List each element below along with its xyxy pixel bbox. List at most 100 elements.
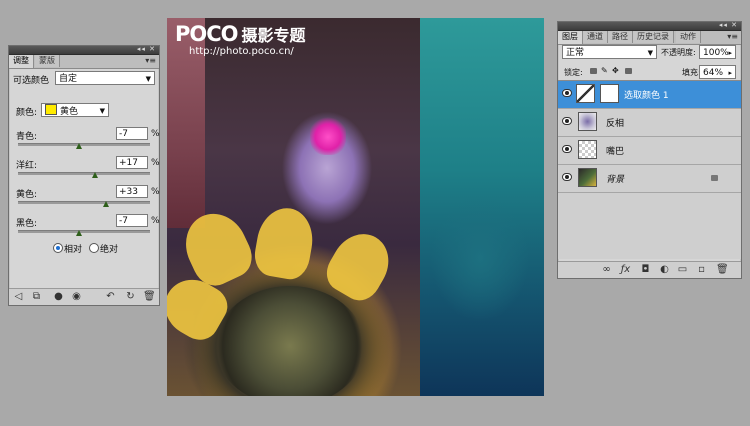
percent-unit: % — [151, 216, 160, 226]
lock-all-icon[interactable] — [625, 68, 632, 74]
layer-row-invert[interactable]: 反相 — [558, 109, 741, 137]
slider-knob[interactable] — [76, 143, 83, 149]
fill-label: 填充: — [682, 68, 701, 77]
panel-menu-icon[interactable]: ▾≡ — [727, 32, 738, 41]
trash-icon[interactable]: 🗑 — [716, 264, 729, 275]
tab-layers[interactable]: 图层 — [558, 31, 583, 44]
slider-knob[interactable] — [92, 172, 99, 178]
eye-icon[interactable] — [562, 89, 572, 97]
color-label: 颜色: — [16, 108, 38, 118]
lock-label: 锁定: — [564, 68, 583, 77]
layer-name: 嘴巴 — [606, 147, 625, 157]
slider-label: 黄色: — [16, 190, 38, 200]
add-mask-icon[interactable]: ◘ — [640, 264, 651, 275]
percent-unit: % — [151, 129, 160, 139]
petal-shape — [251, 203, 318, 283]
photo-left-half — [167, 18, 420, 396]
lock-brush-icon[interactable]: ✎ — [601, 66, 608, 75]
slider-track[interactable] — [18, 230, 150, 233]
visibility-icon[interactable]: ● — [53, 291, 64, 302]
layer-row-mouth[interactable]: 嘴巴 — [558, 137, 741, 165]
slider-track[interactable] — [18, 172, 150, 175]
collapse-icon[interactable]: ◂◂ ✕ — [137, 45, 156, 53]
chevron-down-icon: ▼ — [647, 49, 653, 57]
adjustments-panel: ◂◂ ✕ 调整 蒙版 ▾≡ 可选颜色 自定 ▼ 颜色: 黄色 ▼ 青色: -7% 洋… — [8, 45, 160, 306]
logo-brand: POCO — [175, 22, 239, 46]
slider-knob[interactable] — [76, 230, 83, 236]
color-dropdown[interactable]: 黄色 ▼ — [41, 103, 109, 117]
preset-dropdown[interactable]: 自定 ▼ — [55, 71, 155, 85]
slider-value-field[interactable]: +33 — [116, 185, 148, 198]
percent-unit: % — [151, 187, 160, 197]
adjustments-bottom-toolbar: ◁ ⧉ ● ◉ ↶ ↻ 🗑 — [9, 288, 159, 305]
opacity-field[interactable]: 100% ▸ — [699, 45, 736, 59]
preset-label: 可选颜色 — [13, 76, 50, 86]
relative-radio[interactable] — [53, 243, 63, 253]
blend-mode-dropdown[interactable]: 正常 ▼ — [562, 45, 657, 59]
chevron-right-icon: ▸ — [728, 69, 732, 77]
slider-knob[interactable] — [102, 201, 109, 207]
layer-row-background[interactable]: 背景 — [558, 165, 741, 193]
trash-icon[interactable]: 🗑 — [143, 291, 156, 302]
layer-row-selective-color[interactable]: 选取颜色 1 — [558, 81, 741, 109]
panel-menu-icon[interactable]: ▾≡ — [145, 56, 156, 65]
eye-icon[interactable] — [562, 145, 572, 153]
watermark-logo: POCO 摄影专题 http://photo.poco.cn/ — [175, 22, 306, 57]
eye-icon[interactable] — [562, 173, 572, 181]
back-arrow-icon[interactable]: ◁ — [13, 291, 24, 302]
slider-track[interactable] — [18, 201, 150, 204]
slider-label: 洋红: — [16, 161, 38, 171]
layer-thumb — [578, 112, 597, 131]
photo-right-half — [420, 18, 544, 396]
clip-to-layer-icon[interactable]: ⧉ — [31, 291, 42, 302]
eye-icon[interactable]: ◉ — [71, 291, 82, 302]
lips-shape — [310, 115, 346, 155]
relative-label: 相对 — [64, 245, 83, 255]
layer-name: 背景 — [606, 175, 625, 185]
layer-name: 反相 — [606, 119, 625, 129]
layers-bottom-toolbar: ∞ ƒx ◘ ◐ ▭ ▫ 🗑 — [558, 261, 741, 278]
sunflower-center — [215, 286, 365, 396]
layers-titlebar[interactable]: ◂◂ ✕ — [558, 21, 741, 31]
fill-field[interactable]: 64% ▸ — [699, 65, 736, 79]
link-layers-icon[interactable]: ∞ — [601, 264, 612, 275]
adjustments-titlebar[interactable]: ◂◂ ✕ — [9, 45, 159, 55]
chevron-down-icon: ▼ — [99, 107, 105, 115]
lock-icon — [711, 175, 718, 181]
slider-value-field[interactable]: +17 — [116, 156, 148, 169]
preset-value: 自定 — [59, 74, 78, 84]
slider-label: 青色: — [16, 132, 38, 142]
adjustments-tabs: 调整 蒙版 ▾≡ — [9, 55, 159, 69]
tab-masks[interactable]: 蒙版 — [35, 55, 60, 67]
fx-icon[interactable]: ƒx — [620, 264, 631, 275]
tab-actions[interactable]: 动作 — [676, 31, 701, 43]
eye-icon[interactable] — [562, 117, 572, 125]
blend-mode-value: 正常 — [566, 48, 585, 58]
adjustment-layer-icon[interactable]: ◐ — [659, 264, 670, 275]
chevron-down-icon: ▼ — [145, 75, 151, 83]
slider-track[interactable] — [18, 143, 150, 146]
previous-state-icon[interactable]: ↶ — [105, 291, 116, 302]
tab-paths[interactable]: 路径 — [608, 31, 633, 43]
slider-value-field[interactable]: -7 — [116, 214, 148, 227]
layers-tabs: 图层 通道 路径 历史记录 动作 ▾≡ — [558, 31, 741, 45]
opacity-value: 100% — [703, 48, 729, 58]
percent-unit: % — [151, 158, 160, 168]
layer-thumb — [578, 140, 597, 159]
lock-transparent-icon[interactable] — [590, 68, 597, 74]
layer-list: 选取颜色 1 反相 嘴巴 背景 — [558, 80, 741, 259]
new-layer-icon[interactable]: ▫ — [696, 264, 707, 275]
reset-icon[interactable]: ↻ — [125, 291, 136, 302]
tab-channels[interactable]: 通道 — [583, 31, 608, 43]
opacity-label: 不透明度: — [661, 48, 696, 57]
color-swatch — [45, 104, 57, 115]
document-canvas[interactable]: POCO 摄影专题 http://photo.poco.cn/ — [167, 18, 544, 396]
new-group-icon[interactable]: ▭ — [677, 264, 688, 275]
chevron-right-icon: ▸ — [728, 49, 732, 57]
lock-move-icon[interactable]: ✥ — [612, 66, 619, 75]
slider-value-field[interactable]: -7 — [116, 127, 148, 140]
tab-history[interactable]: 历史记录 — [633, 31, 674, 43]
absolute-radio[interactable] — [89, 243, 99, 253]
collapse-icon[interactable]: ◂◂ ✕ — [719, 21, 738, 29]
tab-adjustments[interactable]: 调整 — [9, 55, 34, 68]
